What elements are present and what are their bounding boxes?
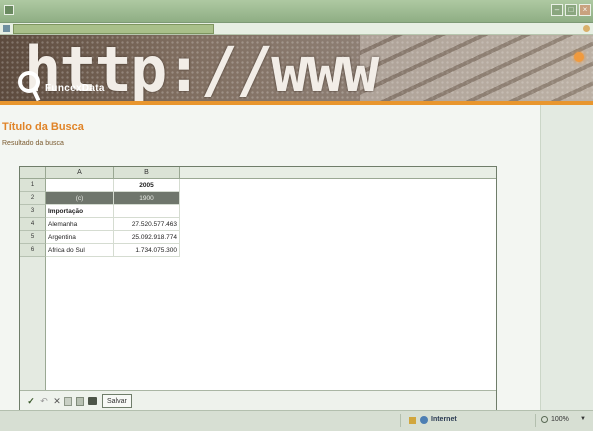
browser-app-icon — [4, 5, 14, 15]
lock-icon — [409, 417, 416, 424]
go-icon[interactable] — [583, 25, 590, 32]
sheet-corner[interactable] — [20, 167, 46, 179]
maximize-button[interactable]: □ — [565, 4, 577, 16]
cell-b3[interactable] — [114, 205, 180, 218]
row-header[interactable]: 4 — [20, 218, 46, 231]
sun-icon — [574, 52, 584, 62]
column-header-b[interactable]: B — [114, 167, 180, 179]
page-subtitle: Resultado da busca — [2, 140, 64, 147]
banner-keyboard-image — [360, 35, 593, 101]
close-button[interactable]: × — [579, 4, 591, 16]
window-title-bar[interactable]: – □ × — [0, 0, 593, 23]
cell-a5[interactable]: Argentina — [46, 231, 114, 244]
chevron-down-icon[interactable]: ▼ — [580, 416, 586, 422]
cell-b5[interactable]: 25.092.918.774 — [114, 231, 180, 244]
cell-a3[interactable]: Importação — [46, 205, 114, 218]
security-zone[interactable]: Internet — [431, 416, 457, 423]
cell-a2[interactable]: (c) — [46, 192, 114, 205]
row-header[interactable]: 3 — [20, 205, 46, 218]
status-separator — [535, 414, 536, 427]
row-header[interactable]: 5 — [20, 231, 46, 244]
cell-a4[interactable]: Alemanha — [46, 218, 114, 231]
row-header[interactable]: 1 — [20, 179, 46, 192]
row-header-empty — [20, 257, 46, 390]
cell-b2[interactable]: 1900 — [114, 192, 180, 205]
site-logo-text[interactable]: FuncexData — [45, 83, 105, 94]
zoom-icon[interactable] — [541, 416, 548, 423]
page-title: Título da Busca — [2, 121, 84, 133]
spreadsheet[interactable]: A B 1 2005 2 (c) 1900 3 Importação 4 Ale… — [19, 166, 497, 412]
cell-b4[interactable]: 27.520.577.463 — [114, 218, 180, 231]
row-header[interactable]: 6 — [20, 244, 46, 257]
magnifier-logo-icon — [18, 71, 40, 93]
column-header-a[interactable]: A — [46, 167, 114, 179]
page-icon — [3, 25, 10, 32]
cell-a1[interactable] — [46, 179, 114, 192]
site-banner: http://www FuncexData — [0, 35, 593, 101]
cell-a6[interactable]: Africa do Sul — [46, 244, 114, 257]
right-side-panel — [540, 105, 593, 410]
row-header[interactable]: 2 — [20, 192, 46, 205]
address-bar — [0, 23, 593, 35]
copy-icon[interactable] — [64, 397, 72, 406]
status-bar: Internet 100% ▼ — [0, 410, 593, 431]
sheet-toolbar: ✓ ↶ ✕ Salvar — [20, 390, 496, 412]
cut-icon[interactable]: ✕ — [52, 396, 62, 406]
minimize-button[interactable]: – — [551, 4, 563, 16]
cell-b6[interactable]: 1.734.075.300 — [114, 244, 180, 257]
globe-icon — [420, 416, 428, 424]
zoom-level[interactable]: 100% — [551, 416, 569, 423]
status-separator — [400, 414, 401, 427]
check-icon[interactable]: ✓ — [26, 396, 36, 406]
print-icon[interactable] — [88, 397, 97, 405]
url-field[interactable] — [13, 24, 214, 34]
undo-icon[interactable]: ↶ — [39, 396, 49, 406]
cell-b1[interactable]: 2005 — [114, 179, 180, 192]
paste-icon[interactable] — [76, 397, 84, 406]
column-header-empty — [180, 167, 496, 179]
save-button[interactable]: Salvar — [102, 394, 132, 408]
